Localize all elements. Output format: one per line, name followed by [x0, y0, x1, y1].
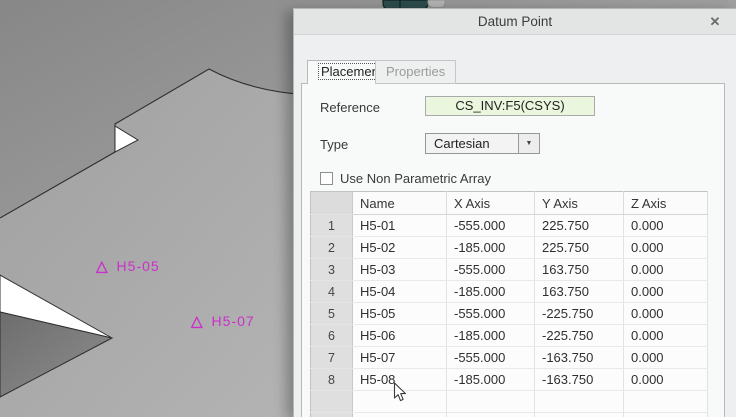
table-row: 6 H5-06 -185.000 -225.750 0.000 — [310, 324, 708, 347]
name-cell[interactable]: H5-03 — [352, 258, 447, 281]
name-cell[interactable]: H5-06 — [352, 324, 447, 347]
y-cell[interactable]: 163.750 — [534, 258, 624, 281]
corner-header-cell — [310, 191, 353, 215]
app-screen: △ H5-05 △ H5-07 Datum Point ✕ Placement Pr… — [0, 0, 736, 417]
z-cell[interactable] — [623, 412, 708, 417]
x-cell[interactable] — [446, 412, 535, 417]
x-cell[interactable]: -185.000 — [446, 324, 535, 347]
col-header-y: Y Axis — [534, 191, 624, 215]
non-parametric-array-checkbox[interactable] — [320, 172, 333, 185]
reference-field[interactable]: CS_INV:F5(CSYS) — [425, 96, 595, 116]
name-cell[interactable] — [352, 412, 447, 417]
table-row: 2 H5-02 -185.000 225.750 0.000 — [310, 236, 708, 259]
datum-point-dialog: Datum Point ✕ Placement Properties Refer… — [293, 8, 736, 417]
dialog-title: Datum Point — [477, 14, 553, 29]
datum-point-marker[interactable]: △ H5-05 — [96, 258, 160, 276]
x-cell[interactable]: -185.000 — [446, 280, 535, 303]
x-cell[interactable]: -185.000 — [446, 368, 535, 391]
z-cell[interactable]: 0.000 — [623, 280, 708, 303]
z-cell[interactable]: 0.000 — [623, 214, 708, 237]
close-icon[interactable]: ✕ — [706, 13, 724, 31]
tab-properties-label: Properties — [386, 64, 446, 79]
y-cell[interactable]: -225.750 — [534, 324, 624, 347]
name-cell[interactable]: H5-01 — [352, 214, 447, 237]
row-number-cell[interactable] — [310, 412, 353, 417]
table-header-row: Name X Axis Y Axis Z Axis — [310, 191, 708, 215]
row-number-cell[interactable]: 3 — [310, 258, 353, 281]
row-number-cell[interactable]: 7 — [310, 346, 353, 369]
y-cell[interactable]: 225.750 — [534, 214, 624, 237]
reference-label: Reference — [320, 100, 380, 115]
z-cell[interactable]: 0.000 — [623, 324, 708, 347]
name-cell[interactable]: H5-08 — [352, 368, 447, 391]
table-row: 8 H5-08 -185.000 -163.750 0.000 — [310, 368, 708, 391]
col-header-name: Name — [352, 191, 447, 215]
row-number-cell[interactable]: 5 — [310, 302, 353, 325]
row-number-cell[interactable] — [310, 390, 353, 413]
x-cell[interactable]: -185.000 — [446, 236, 535, 259]
type-dropdown-value: Cartesian — [434, 136, 490, 151]
name-cell[interactable]: H5-07 — [352, 346, 447, 369]
datum-point-marker[interactable]: △ H5-07 — [191, 313, 255, 331]
type-dropdown[interactable]: Cartesian ▼ — [425, 133, 540, 154]
placement-panel: Reference CS_INV:F5(CSYS) Type Cartesian… — [301, 83, 725, 417]
z-cell[interactable]: 0.000 — [623, 236, 708, 259]
z-cell[interactable]: 0.000 — [623, 258, 708, 281]
tab-properties[interactable]: Properties — [375, 60, 457, 84]
row-number-cell[interactable]: 8 — [310, 368, 353, 391]
dropdown-arrow-icon[interactable]: ▼ — [518, 134, 539, 153]
x-cell[interactable]: -555.000 — [446, 302, 535, 325]
x-cell[interactable]: -555.000 — [446, 258, 535, 281]
row-number-cell[interactable]: 1 — [310, 214, 353, 237]
row-number-cell[interactable]: 6 — [310, 324, 353, 347]
y-cell[interactable] — [534, 412, 624, 417]
y-cell[interactable] — [534, 390, 624, 413]
y-cell[interactable]: -163.750 — [534, 368, 624, 391]
name-cell[interactable] — [352, 390, 447, 413]
x-cell[interactable]: -555.000 — [446, 346, 535, 369]
row-number-cell[interactable]: 4 — [310, 280, 353, 303]
datum-point-label: H5-05 — [116, 258, 160, 274]
z-cell[interactable] — [623, 390, 708, 413]
z-cell[interactable]: 0.000 — [623, 346, 708, 369]
datum-point-marker-icon[interactable]: △ — [96, 258, 108, 275]
type-label: Type — [320, 137, 349, 152]
row-number-cell[interactable]: 2 — [310, 236, 353, 259]
name-cell[interactable]: H5-05 — [352, 302, 447, 325]
x-cell[interactable]: -555.000 — [446, 214, 535, 237]
y-cell[interactable]: -225.750 — [534, 302, 624, 325]
table-row: 3 H5-03 -555.000 163.750 0.000 — [310, 258, 708, 281]
dialog-titlebar[interactable]: Datum Point ✕ — [294, 9, 736, 35]
z-cell[interactable]: 0.000 — [623, 368, 708, 391]
table-row: 1 H5-01 -555.000 225.750 0.000 — [310, 214, 708, 237]
col-header-z: Z Axis — [623, 191, 708, 215]
col-header-x: X Axis — [446, 191, 535, 215]
name-cell[interactable]: H5-02 — [352, 236, 447, 259]
table-row: 7 H5-07 -555.000 -163.750 0.000 — [310, 346, 708, 369]
y-cell[interactable]: -163.750 — [534, 346, 624, 369]
datum-point-marker-icon[interactable]: △ — [191, 313, 203, 330]
non-parametric-array-label: Use Non Parametric Array — [340, 171, 491, 186]
table-row: 4 H5-04 -185.000 163.750 0.000 — [310, 280, 708, 303]
x-cell[interactable] — [446, 390, 535, 413]
datum-points-table: Name X Axis Y Axis Z Axis 1 H5-01 -555.0… — [310, 191, 708, 417]
y-cell[interactable]: 225.750 — [534, 236, 624, 259]
datum-point-label: H5-07 — [211, 313, 255, 329]
table-row-empty — [310, 390, 708, 413]
y-cell[interactable]: 163.750 — [534, 280, 624, 303]
z-cell[interactable]: 0.000 — [623, 302, 708, 325]
name-cell[interactable]: H5-04 — [352, 280, 447, 303]
table-row: 5 H5-05 -555.000 -225.750 0.000 — [310, 302, 708, 325]
table-row-empty — [310, 412, 708, 417]
